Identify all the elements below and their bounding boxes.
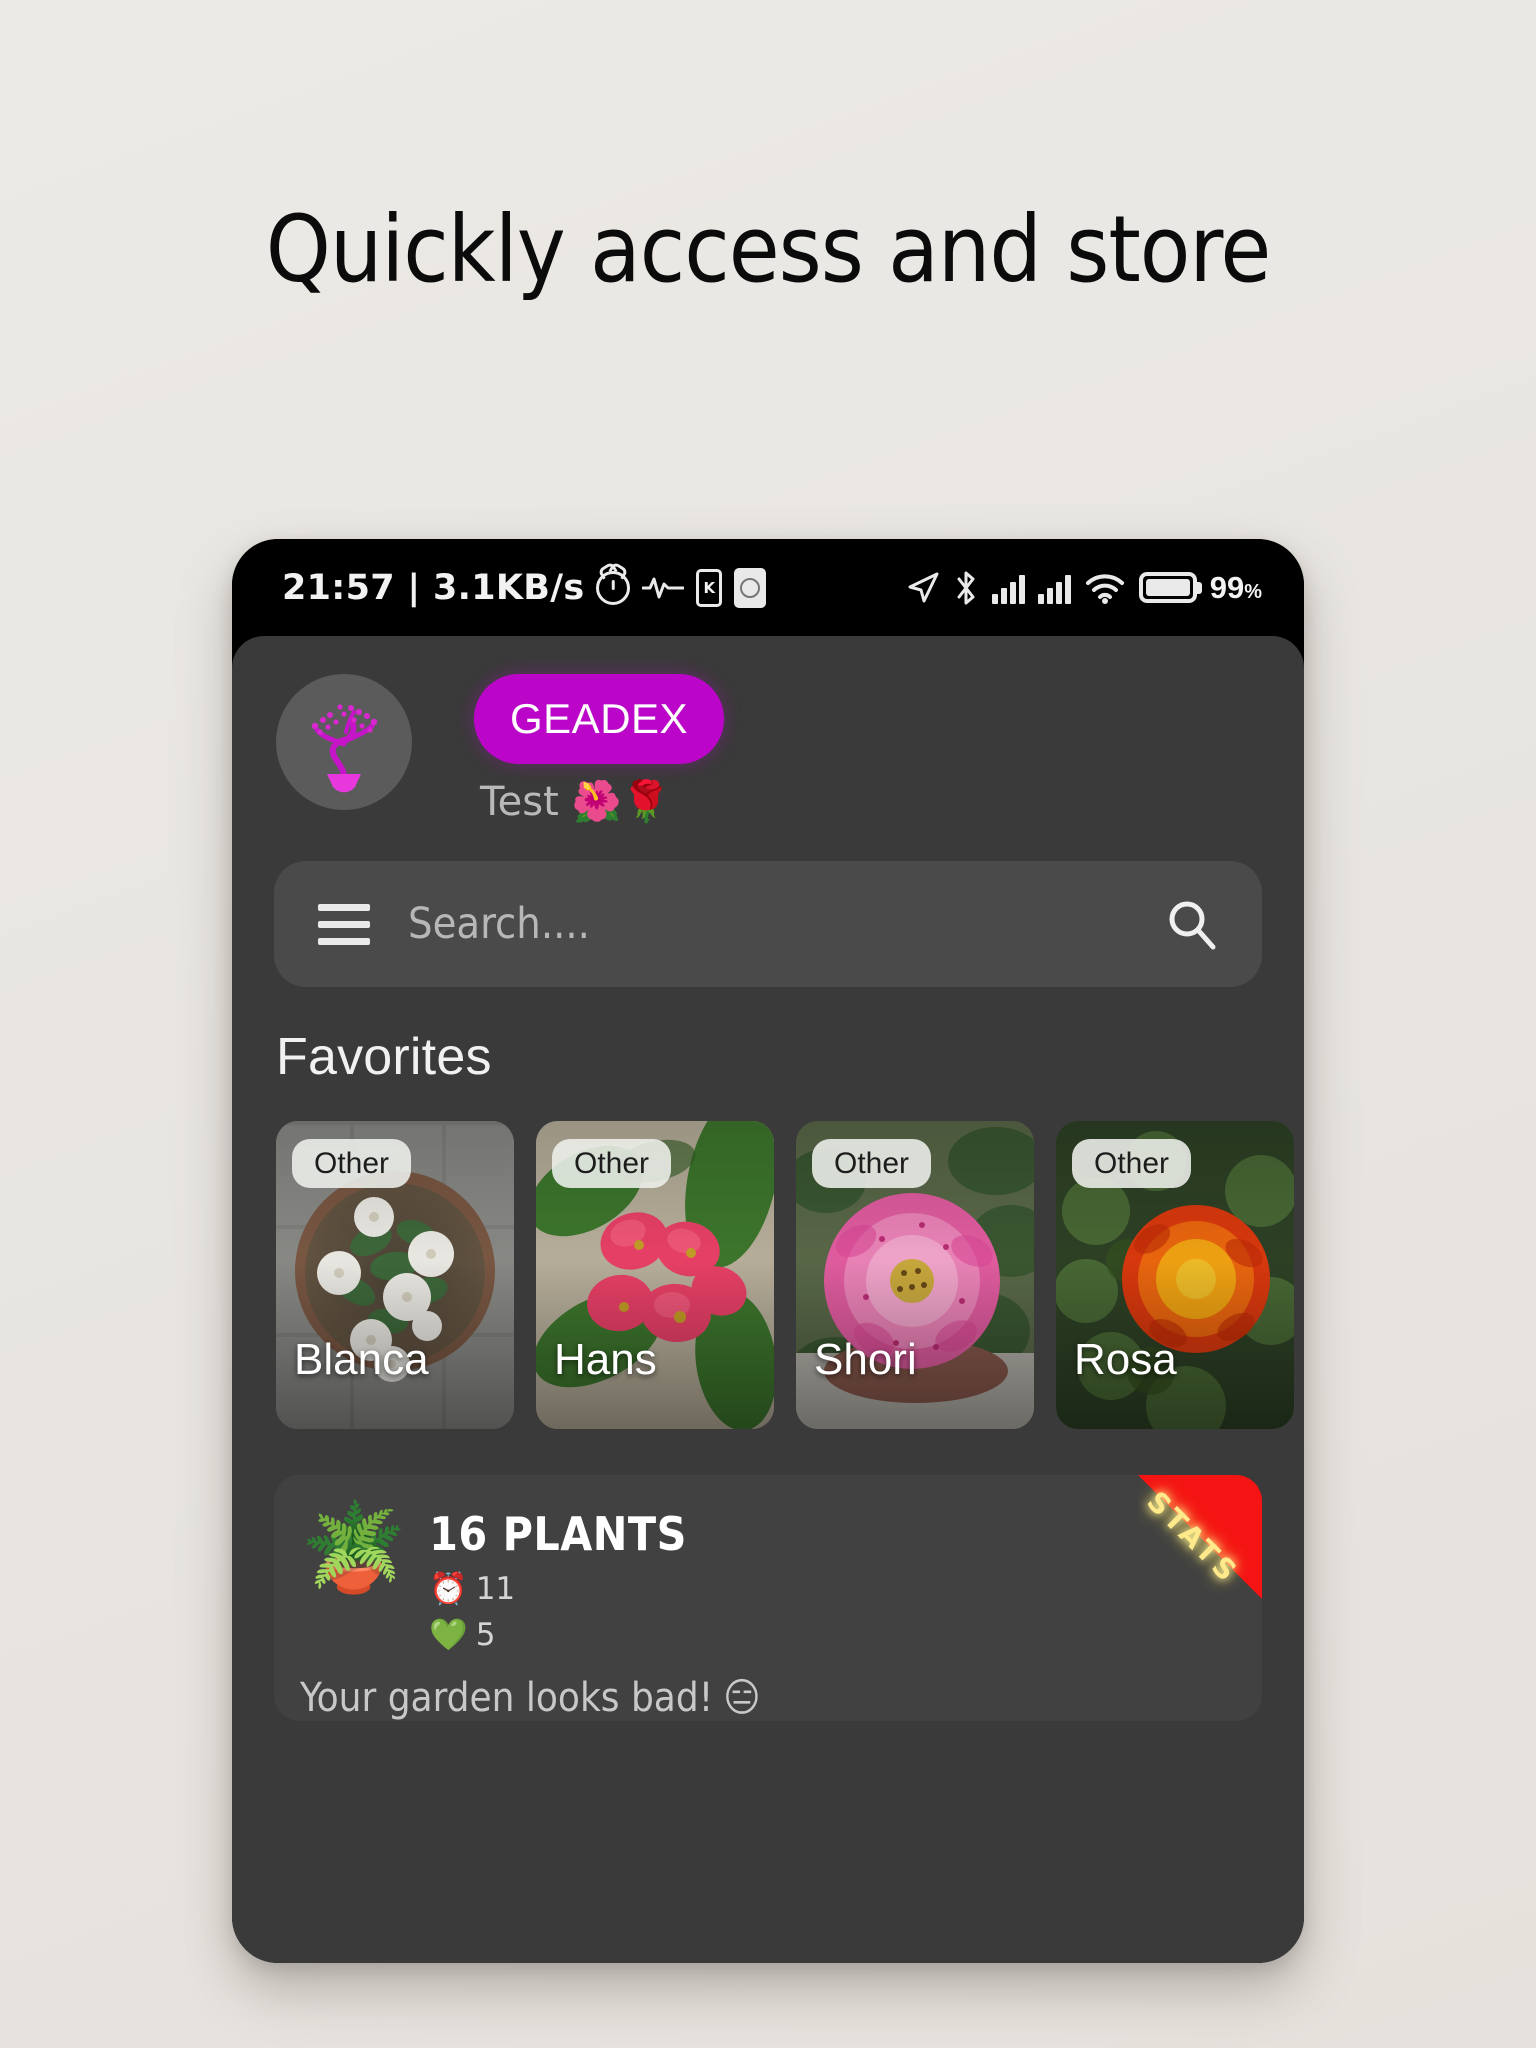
plant-name: Blanca: [294, 1335, 429, 1384]
plant-card[interactable]: Other Hans: [536, 1121, 774, 1429]
phone-mockup: 21:57 | 3.1KB/s K 99% GEADEX Test 🌺🌹 Sea…: [232, 539, 1304, 1963]
reminder-stat: ⏰ 11: [429, 1570, 687, 1608]
status-bar-left: 21:57 | 3.1KB/s K: [282, 567, 767, 608]
garden-status-message: Your garden looks bad! 😑: [300, 1675, 1262, 1721]
favorites-card-list[interactable]: Other Blanca Other Hans Other Shori Othe…: [232, 1121, 1304, 1429]
phone-screen: 21:57 | 3.1KB/s K 99% GEADEX Test 🌺🌹 Sea…: [232, 539, 1304, 1963]
plant-card[interactable]: Other Blanca: [276, 1121, 514, 1429]
brand-block: GEADEX Test 🌺🌹: [474, 674, 725, 825]
potted-flowers-icon: 🪴: [300, 1498, 408, 1598]
heartbeat-icon: [642, 575, 685, 601]
plant-card[interactable]: Other Rosa: [1056, 1121, 1294, 1429]
app-content: GEADEX Test 🌺🌹 Favorites: [232, 636, 1304, 1963]
signal-bars-sim1-icon: [991, 572, 1025, 604]
clock-and-netspeed: 21:57 | 3.1KB/s: [282, 567, 585, 608]
favorites-title: Favorites: [276, 1028, 492, 1086]
search-bar[interactable]: [274, 861, 1262, 987]
user-name: Test 🌺🌹: [480, 779, 672, 825]
health-stat: 💚 5: [429, 1616, 687, 1654]
status-bar: 21:57 | 3.1KB/s K 99%: [232, 539, 1304, 636]
search-input[interactable]: [408, 899, 1126, 949]
plant-name: Hans: [554, 1335, 657, 1384]
green-heart-icon: 💚: [429, 1617, 468, 1653]
plant-name: Rosa: [1074, 1335, 1177, 1384]
page-title: Quickly access and store: [265, 196, 1272, 303]
category-chip: Other: [1072, 1139, 1192, 1188]
avatar[interactable]: [276, 674, 412, 810]
promo-screenshot-page: Quickly access and store 21:57 | 3.1KB/s…: [0, 0, 1536, 2048]
alarm-clock-icon: ⏰: [429, 1571, 468, 1607]
app-header: GEADEX Test 🌺🌹: [232, 636, 1304, 825]
stats-values: 16 PLANTS ⏰ 11 💚 5: [429, 1501, 687, 1653]
category-chip: Other: [552, 1139, 672, 1188]
battery-percent: 99%: [1209, 569, 1262, 605]
category-chip: Other: [812, 1139, 932, 1188]
battery-icon: [1138, 572, 1197, 603]
signal-bars-sim2-icon: [1037, 572, 1071, 604]
bonsai-plant-logo-icon: [311, 704, 378, 793]
plant-count-label: 16 PLANTS: [429, 1507, 687, 1561]
plant-name: Shori: [814, 1335, 917, 1384]
nfc-card-icon: [734, 567, 767, 608]
alarm-clock-icon: [596, 570, 631, 605]
reminder-count: 11: [475, 1570, 516, 1607]
stats-ribbon[interactable]: STATS: [1138, 1475, 1262, 1599]
status-bar-right: 99%: [906, 569, 1262, 607]
garden-stats-panel[interactable]: 🪴 16 PLANTS ⏰ 11 💚 5 Your garden looks b…: [274, 1475, 1262, 1721]
category-chip: Other: [292, 1139, 412, 1188]
health-count: 5: [475, 1616, 496, 1653]
search-icon[interactable]: [1164, 897, 1218, 951]
status-message-text: Your garden looks bad!: [300, 1675, 714, 1721]
wifi-icon: [1084, 571, 1126, 605]
neutral-face-icon: 😑: [723, 1675, 761, 1721]
location-arrow-icon: [906, 571, 940, 605]
device-icon: K: [696, 568, 723, 607]
bluetooth-icon: [953, 569, 979, 607]
hamburger-menu-icon[interactable]: [318, 903, 370, 945]
brand-button[interactable]: GEADEX: [474, 674, 725, 764]
plant-card[interactable]: Other Shori: [796, 1121, 1034, 1429]
stats-summary: 🪴 16 PLANTS ⏰ 11 💚 5: [300, 1501, 1262, 1653]
